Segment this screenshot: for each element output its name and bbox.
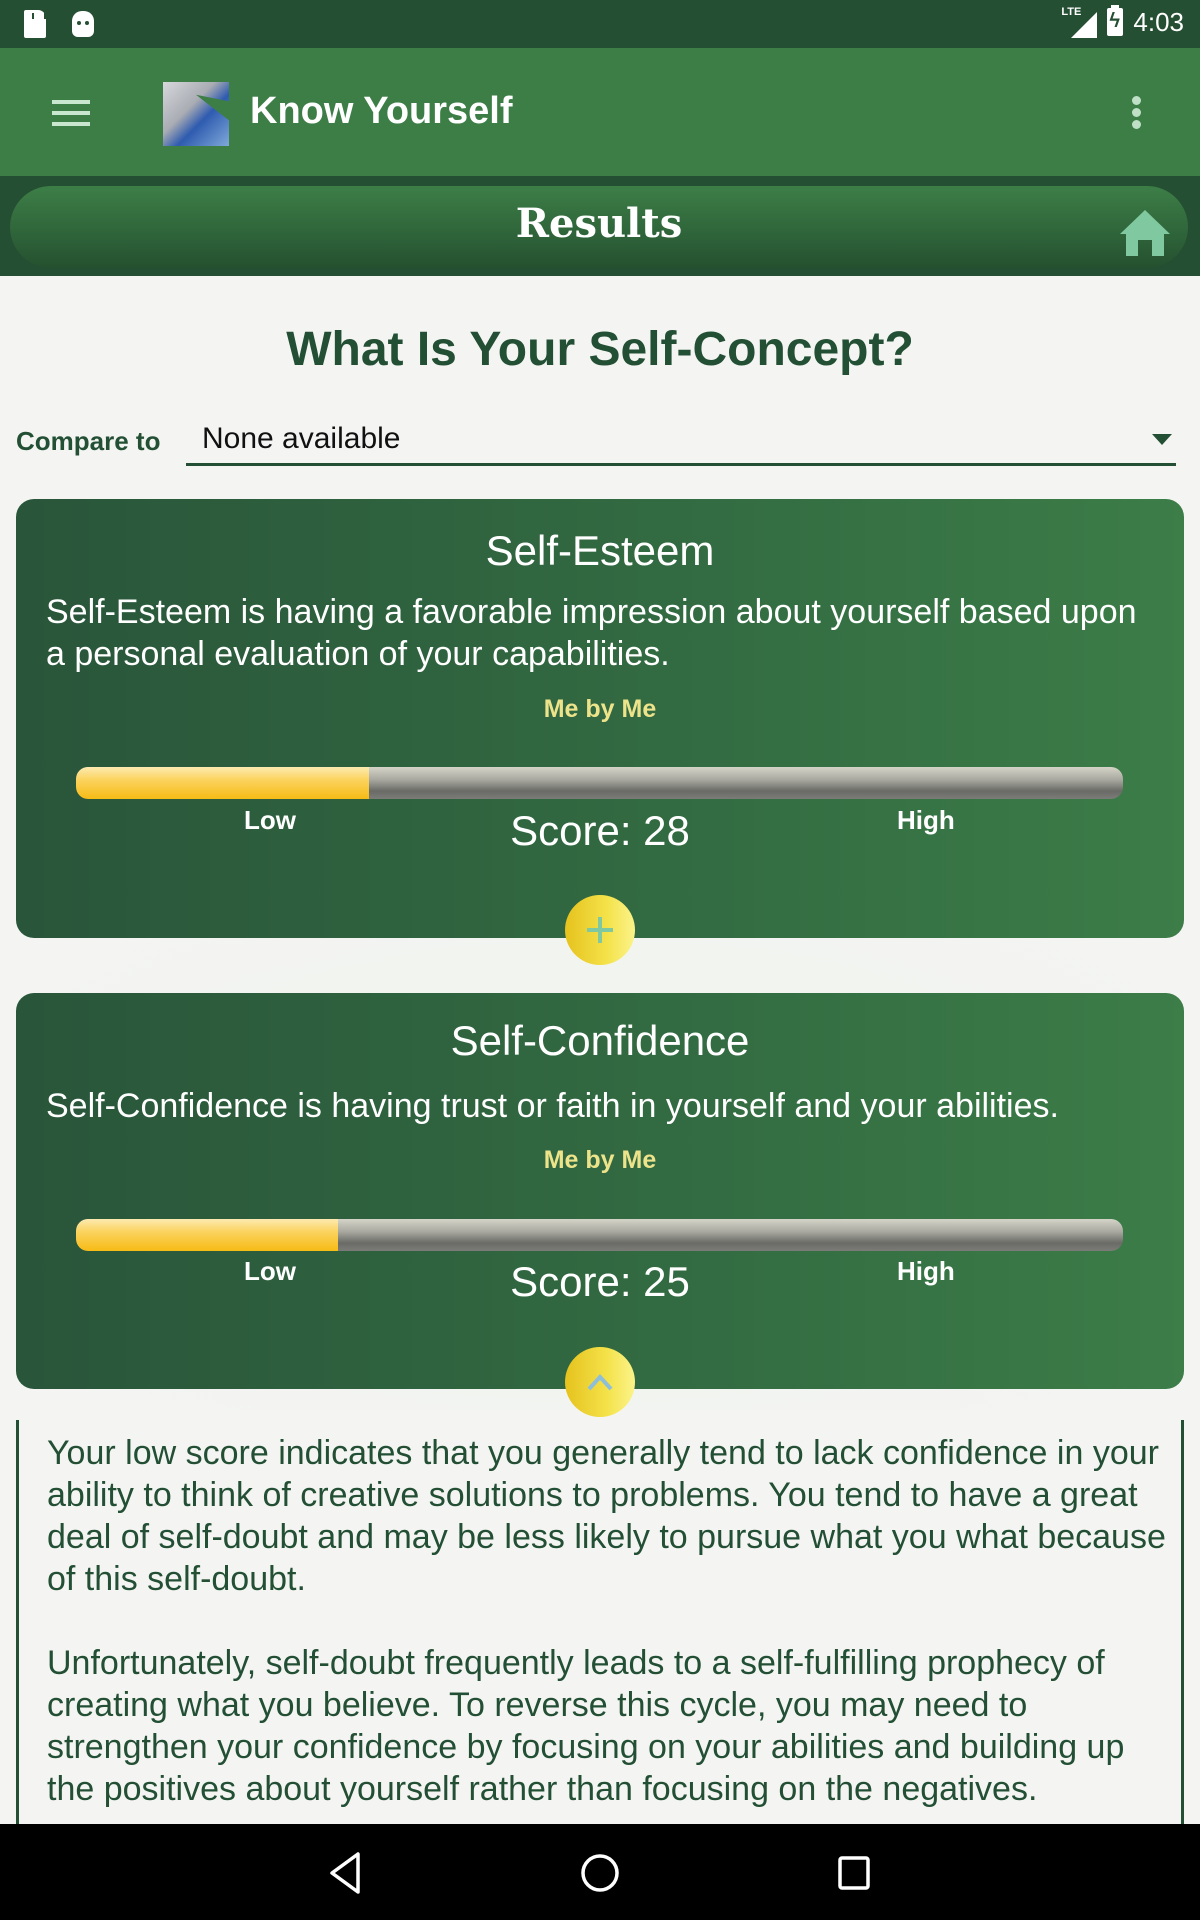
results-header: Results — [0, 176, 1200, 276]
android-icon — [72, 11, 94, 37]
score-interpretation[interactable]: Your low score indicates that you genera… — [16, 1420, 1184, 1824]
compare-dropdown[interactable]: None available — [186, 418, 1176, 466]
collapse-button[interactable] — [565, 1347, 635, 1417]
high-label: High — [897, 1256, 955, 1286]
card-description: Self-Confidence is having trust or faith… — [46, 1087, 1059, 1125]
clock: 4:03 — [1133, 6, 1184, 37]
results-title: Results — [515, 200, 683, 247]
score-bar-fill — [76, 1219, 338, 1251]
home-icon[interactable] — [1118, 208, 1172, 258]
expand-button[interactable] — [565, 895, 635, 965]
hamburger-menu-icon[interactable] — [52, 100, 90, 126]
plus-icon — [587, 917, 613, 943]
dropdown-caret-icon — [1152, 434, 1172, 445]
recents-icon[interactable] — [830, 1850, 880, 1896]
compare-label: Compare to — [16, 426, 161, 456]
self-esteem-card: Self-Esteem Self-Esteem is having a favo… — [16, 499, 1184, 938]
app-title: Know Yourself — [250, 90, 513, 132]
battery-charging-icon — [1107, 5, 1124, 36]
compare-selected-value: None available — [202, 422, 401, 455]
sd-card-icon — [24, 10, 46, 38]
lte-signal-icon: LTE — [1061, 6, 1098, 38]
card-rater: Me by Me — [543, 695, 657, 723]
score-bar — [76, 767, 1123, 799]
self-confidence-card: Self-Confidence Self-Confidence is havin… — [16, 993, 1184, 1389]
more-vert-icon[interactable] — [1130, 96, 1142, 132]
high-label: High — [897, 805, 955, 835]
results-pill: Results — [10, 186, 1188, 268]
app-bar: Know Yourself — [0, 48, 1200, 176]
chevron-up-icon — [587, 1374, 613, 1391]
score-label: Score: 25 — [510, 1258, 690, 1305]
page-title: What Is Your Self-Concept? — [286, 323, 914, 376]
interpretation-paragraph: Unfortunately, self-doubt frequently lea… — [47, 1644, 1125, 1808]
interpretation-paragraph: Your low score indicates that you genera… — [47, 1434, 1166, 1598]
card-description: Self-Esteem is having a favorable impres… — [46, 593, 1137, 673]
score-bar — [76, 1219, 1123, 1251]
home-circle-icon[interactable] — [575, 1850, 625, 1896]
app-logo — [163, 82, 229, 146]
card-rater: Me by Me — [543, 1146, 657, 1174]
back-icon[interactable] — [320, 1850, 370, 1896]
navigation-bar — [0, 1824, 1200, 1920]
score-bar-fill — [76, 767, 370, 799]
card-title: Self-Confidence — [450, 1017, 750, 1064]
score-label: Score: 28 — [510, 807, 690, 854]
card-title: Self-Esteem — [485, 527, 715, 574]
status-bar: LTE 4:03 — [0, 0, 1200, 48]
